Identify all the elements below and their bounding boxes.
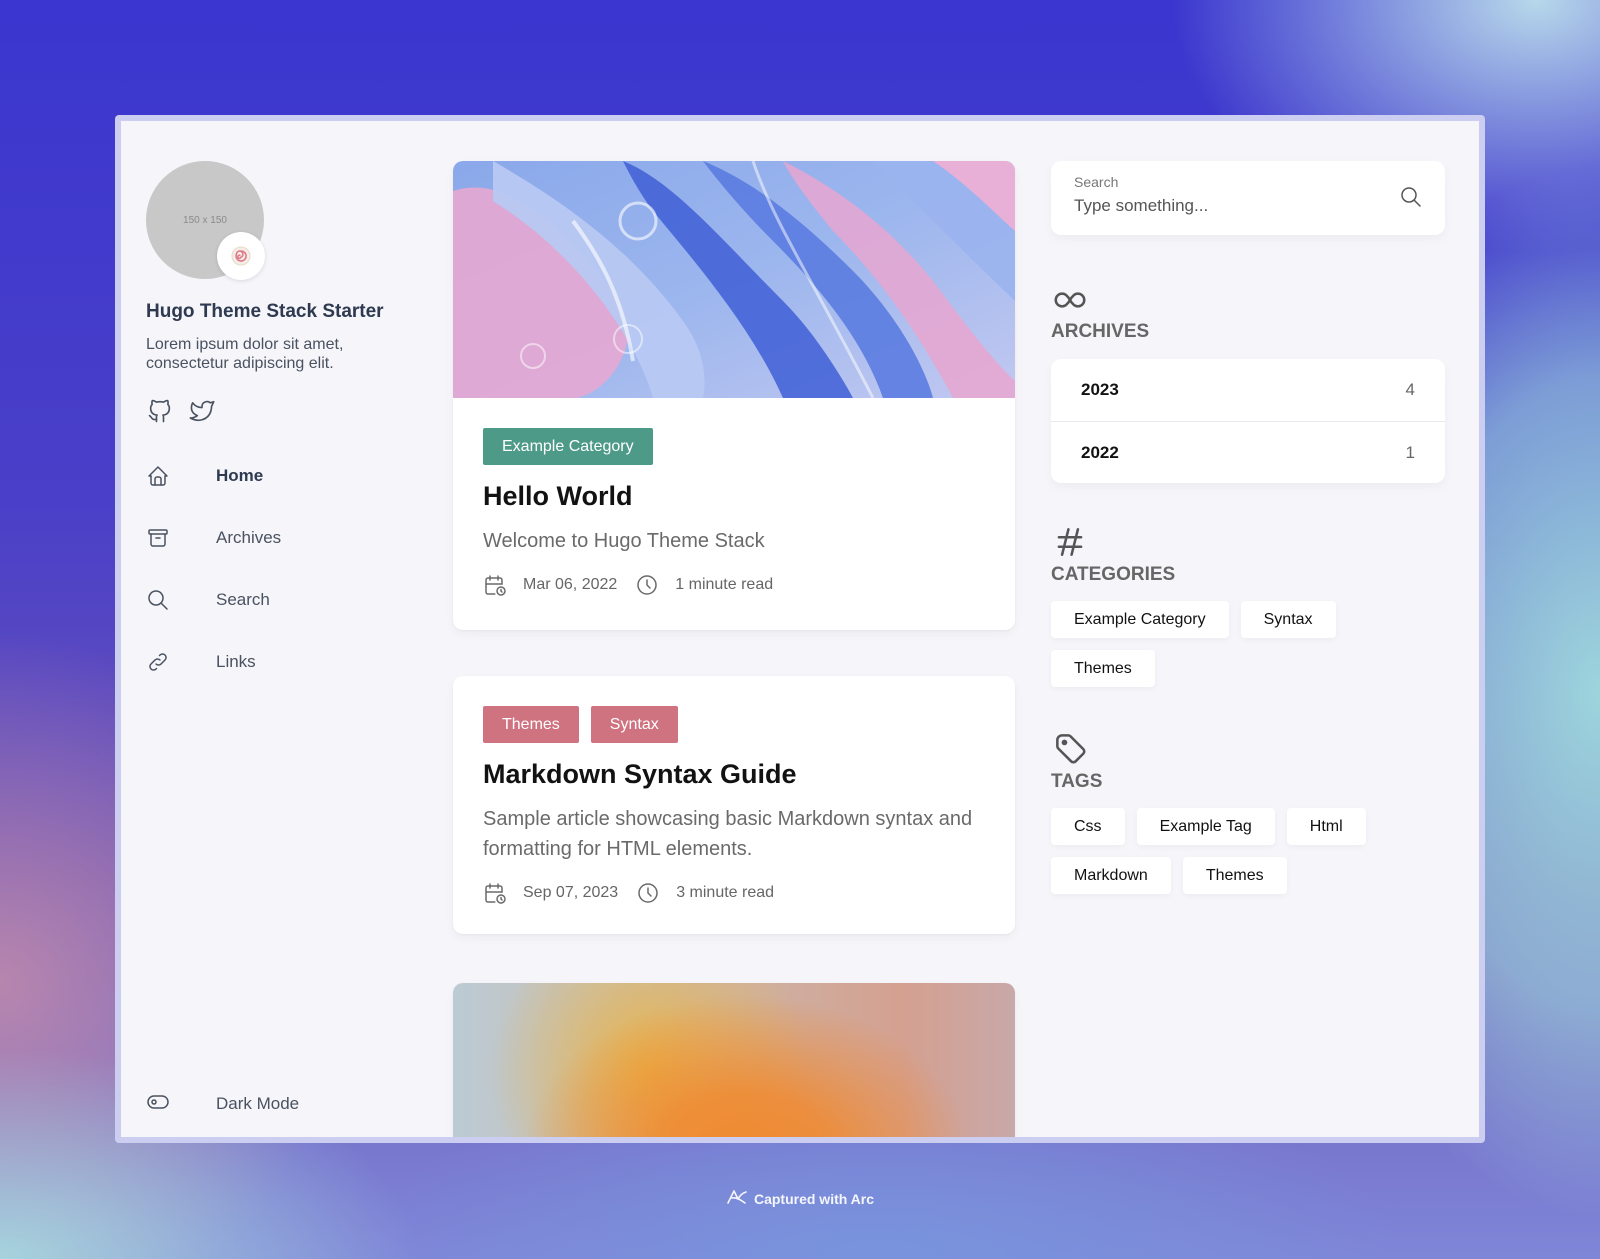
archive-year: 2023 (1081, 380, 1119, 399)
nav-item-links[interactable]: Links (146, 631, 406, 693)
tag-icon (1051, 729, 1089, 767)
tags-cloud: Css Example Tag Html Markdown Themes (1051, 808, 1445, 894)
main-nav: Home Archives Search Links (146, 445, 406, 693)
arc-logo-icon (726, 1188, 748, 1209)
post-title[interactable]: Markdown Syntax Guide (483, 759, 985, 790)
category-chip[interactable]: Example Category (1051, 601, 1229, 638)
calendar-clock-icon (483, 881, 507, 905)
post-title[interactable]: Hello World (483, 481, 985, 512)
post-category-badge[interactable]: Themes (483, 706, 579, 743)
browser-window: 150 x 150 Hugo Theme Stack Starter Lorem… (115, 115, 1485, 1143)
capture-watermark: Captured with Arc (0, 1188, 1600, 1209)
archive-year-item[interactable]: 2023 4 (1051, 359, 1445, 421)
search-label: Search (1074, 174, 1119, 190)
archive-count: 4 (1405, 380, 1415, 399)
search-input[interactable] (1074, 196, 1374, 216)
categories-cloud: Example Category Syntax Themes (1051, 601, 1445, 687)
post-card-markdown-syntax-guide[interactable]: Themes Syntax Markdown Syntax Guide Samp… (453, 676, 1015, 934)
avatar-placeholder-text: 150 x 150 (183, 214, 227, 226)
post-date: Sep 07, 2023 (523, 884, 619, 901)
tag-chip[interactable]: Example Tag (1136, 808, 1275, 845)
site-name[interactable]: Hugo Theme Stack Starter (146, 301, 384, 323)
category-chip[interactable]: Themes (1051, 650, 1155, 687)
calendar-clock-icon (483, 573, 507, 597)
post-subtitle: Welcome to Hugo Theme Stack (483, 530, 765, 552)
clock-icon (636, 881, 660, 905)
archive-box-icon (146, 526, 170, 550)
post-meta: Sep 07, 2023 3 minute read (483, 880, 985, 906)
post-card-hello-world[interactable]: Example Category Hello World Welcome to … (453, 161, 1015, 630)
post-date: Mar 06, 2022 (523, 576, 618, 593)
nav-label-search: Search (216, 590, 270, 609)
fishcake-icon (231, 246, 251, 266)
archive-year: 2022 (1081, 442, 1119, 462)
post-list: Example Category Hello World Welcome to … (453, 161, 1015, 1137)
archives-list: 2023 4 2022 1 (1051, 359, 1445, 483)
tag-chip[interactable]: Markdown (1051, 857, 1171, 894)
nav-label-links: Links (216, 652, 256, 671)
toggle-icon (146, 1090, 170, 1119)
post-card-partial[interactable] (453, 983, 1015, 1137)
post-category-badge[interactable]: Example Category (483, 428, 653, 465)
tag-chip[interactable]: Css (1051, 808, 1125, 845)
category-chip[interactable]: Syntax (1240, 601, 1336, 638)
tag-chip[interactable]: Themes (1182, 857, 1287, 894)
search-icon[interactable] (1399, 185, 1423, 209)
left-sidebar: 150 x 150 Hugo Theme Stack Starter Lorem… (146, 161, 406, 1137)
search-form: Search (1051, 161, 1445, 235)
site-description: Lorem ipsum dolor sit amet, consectetur … (146, 336, 344, 372)
nav-item-search[interactable]: Search (146, 569, 406, 631)
capture-text: Captured with Arc (753, 1190, 875, 1207)
twitter-icon[interactable] (188, 397, 216, 425)
post-meta: Mar 06, 2022 1 minute read (483, 572, 985, 598)
link-icon (146, 650, 170, 674)
nav-label-archives: Archives (216, 528, 282, 547)
infinity-icon (1051, 281, 1089, 319)
post-read-time: 3 minute read (676, 884, 775, 901)
dark-mode-toggle[interactable]: Dark Mode (146, 1089, 406, 1119)
post-subtitle: Sample article showcasing basic Markdown… (483, 808, 973, 860)
hashtag-icon (1051, 523, 1089, 561)
post-category-badge[interactable]: Syntax (590, 706, 678, 743)
post-read-time: 1 minute read (675, 576, 774, 593)
nav-item-archives[interactable]: Archives (146, 507, 406, 569)
avatar-emoji-badge (217, 232, 265, 280)
home-icon (146, 464, 170, 488)
categories-widget-title: CATEGORIES (1051, 564, 1176, 585)
github-icon[interactable] (146, 397, 174, 425)
post-cover-image[interactable] (453, 983, 1015, 1137)
social-links (146, 397, 216, 425)
archives-widget-title: ARCHIVES (1051, 321, 1150, 342)
clock-icon (635, 573, 659, 597)
tag-chip[interactable]: Html (1286, 808, 1366, 845)
archive-year-item[interactable]: 2022 1 (1051, 421, 1445, 483)
search-icon (146, 588, 170, 612)
tags-widget-title: TAGS (1051, 771, 1103, 792)
nav-item-home[interactable]: Home (146, 445, 406, 507)
archive-count: 1 (1405, 442, 1415, 462)
post-cover-image[interactable] (453, 161, 1015, 398)
dark-mode-label: Dark Mode (216, 1094, 300, 1113)
nav-label-home: Home (216, 466, 264, 485)
